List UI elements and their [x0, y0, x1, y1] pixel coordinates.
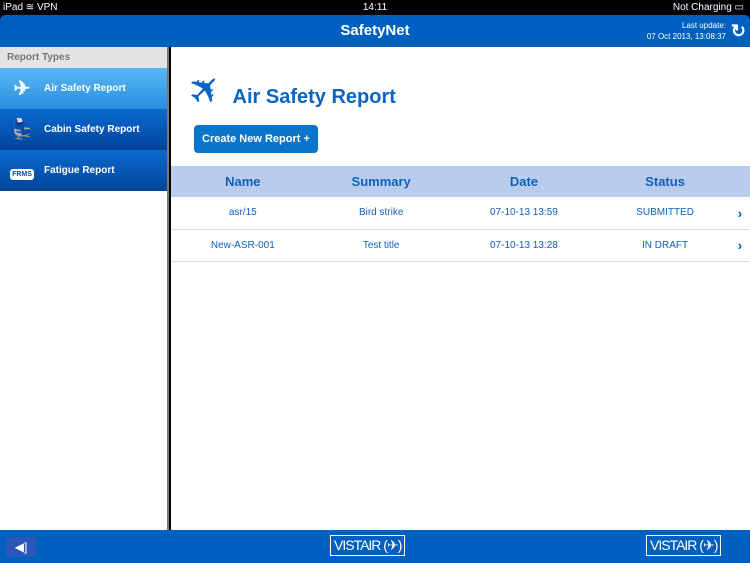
- airplane-icon: ✈: [178, 62, 234, 118]
- sidebar-item-label: Cabin Safety Report: [44, 124, 140, 135]
- reports-table: Name Summary Date Status asr/15 Bird strike 0…: [171, 166, 750, 262]
- column-header-name[interactable]: Name: [171, 166, 315, 197]
- page-title: Air Safety Report: [232, 85, 396, 108]
- footer-toolbar: ◀] VISTAIR (✈) VISTAIR (✈): [0, 530, 750, 563]
- refresh-icon[interactable]: ↻: [731, 21, 746, 42]
- cell-date: 07-10-13 13:59: [447, 197, 601, 230]
- sidebar: Report Types ✈ Air Safety Report 💺 Cabin S…: [0, 47, 169, 530]
- main-content: ✈ Air Safety Report Create New Report + N…: [171, 47, 750, 530]
- column-header-date[interactable]: Date: [447, 166, 601, 197]
- cell-status: IN DRAFT: [600, 229, 730, 262]
- sidebar-item-fatigue[interactable]: FRMS Fatigue Report: [0, 150, 167, 191]
- sidebar-item-label: Air Safety Report: [44, 83, 126, 94]
- cell-summary: Test title: [314, 229, 448, 262]
- logout-icon[interactable]: ◀]: [6, 537, 36, 557]
- clock: 14:11: [362, 2, 388, 13]
- table-row[interactable]: New-ASR-001 Test title 07-10-13 13:28 IN DR…: [171, 229, 750, 262]
- sidebar-item-air-safety[interactable]: ✈ Air Safety Report: [0, 68, 167, 109]
- frms-icon: FRMS: [10, 169, 34, 180]
- cell-status: SUBMITTED: [600, 197, 730, 230]
- status-bar: iPad ≋ VPN 14:11 Not Charging ▭: [0, 0, 750, 15]
- battery-status: Not Charging ▭: [672, 2, 744, 13]
- app-title: SafetyNet: [340, 22, 410, 39]
- cell-name: asr/15: [171, 197, 315, 230]
- nav-bar: SafetyNet Last update: 07 Oct 2013, 13:08…: [0, 15, 750, 47]
- sidebar-item-label: Fatigue Report: [44, 165, 115, 176]
- seat-icon: 💺: [9, 119, 35, 141]
- cell-name: New-ASR-001: [171, 229, 315, 262]
- sidebar-item-cabin-safety[interactable]: 💺 Cabin Safety Report: [0, 109, 167, 150]
- column-header-summary[interactable]: Summary: [314, 166, 448, 197]
- create-new-report-button[interactable]: Create New Report +: [194, 125, 318, 153]
- cell-date: 07-10-13 13:28: [447, 229, 601, 262]
- chevron-right-icon[interactable]: ›: [730, 197, 750, 230]
- last-update: Last update: 07 Oct 2013, 13:08:37: [646, 21, 726, 41]
- vistair-logo: VISTAIR (✈): [330, 535, 406, 556]
- airplane-icon: ✈: [13, 78, 31, 100]
- cell-summary: Bird strike: [314, 197, 448, 230]
- table-row[interactable]: asr/15 Bird strike 07-10-13 13:59 SUBMITTED…: [171, 197, 750, 230]
- column-header-status[interactable]: Status: [600, 166, 730, 197]
- vistair-logo: VISTAIR (✈): [646, 535, 722, 556]
- sidebar-header: Report Types: [0, 47, 167, 68]
- chevron-right-icon[interactable]: ›: [730, 229, 750, 262]
